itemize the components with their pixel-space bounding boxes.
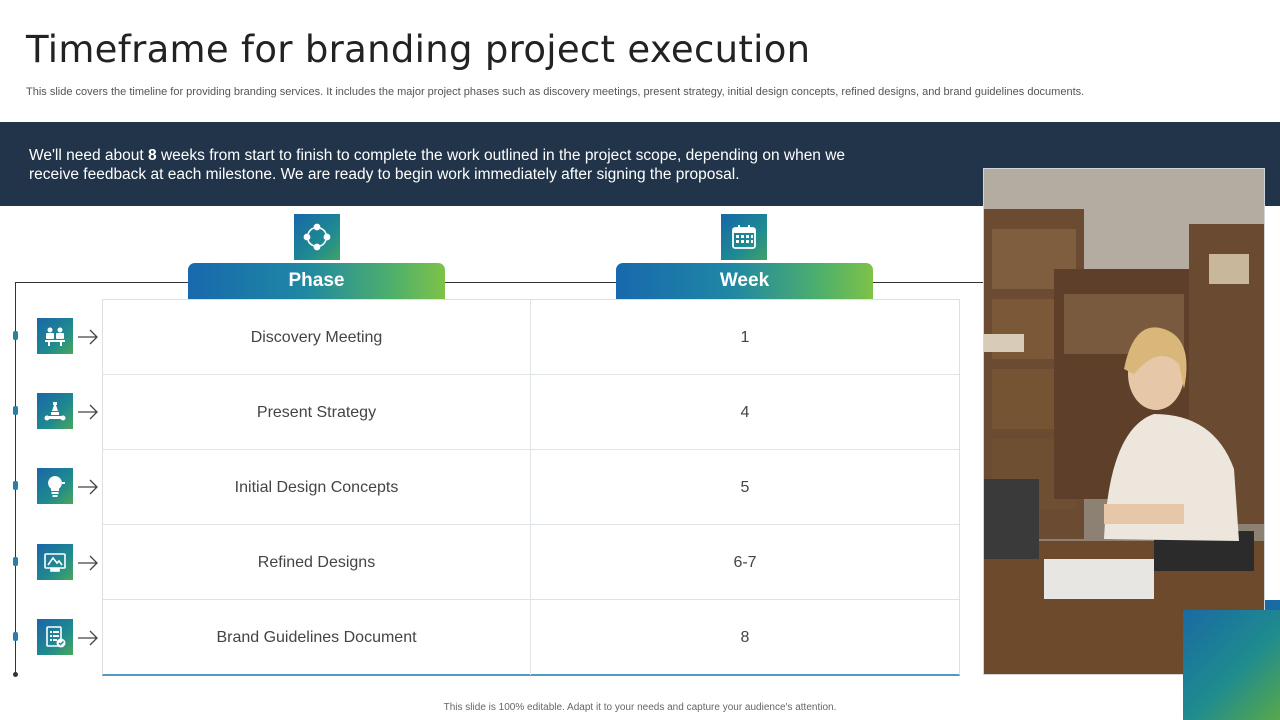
- timeline-dot: [13, 632, 18, 641]
- phase-cell: Present Strategy: [103, 375, 531, 450]
- timeline-vertical-line: [15, 282, 16, 676]
- calendar-icon: [721, 214, 767, 260]
- timeline-dot: [13, 481, 18, 490]
- table-row: Initial Design Concepts 5: [103, 450, 959, 525]
- week-cell: 1: [740, 328, 750, 346]
- arrow-icon: [78, 329, 98, 345]
- timeline-end-dot: [13, 672, 18, 677]
- table-row: Brand Guidelines Document 8: [103, 600, 959, 675]
- phase-cell: Brand Guidelines Document: [103, 600, 531, 675]
- strategy-chess-icon: [37, 393, 73, 429]
- timeline-dot: [13, 406, 18, 415]
- phase-cell: Initial Design Concepts: [103, 450, 531, 525]
- slide-title: Timeframe for branding project execution: [26, 28, 811, 71]
- timeline-dot: [13, 331, 18, 340]
- checklist-document-icon: [37, 619, 73, 655]
- slide-subtitle: This slide covers the timeline for provi…: [26, 86, 1085, 98]
- week-header: Week: [616, 263, 873, 299]
- timeline-table: Discovery Meeting 1 Present Strategy 4 I…: [102, 299, 960, 676]
- meeting-icon: [37, 318, 73, 354]
- corner-accent-edge: [1265, 600, 1280, 610]
- arrow-icon: [78, 630, 98, 646]
- connector-line-mid: [445, 282, 616, 283]
- footer-note: This slide is 100% editable. Adapt it to…: [443, 702, 837, 713]
- phase-cell: Discovery Meeting: [103, 300, 531, 375]
- week-cell: 5: [740, 478, 750, 496]
- connector-line-left: [15, 282, 188, 283]
- week-cell: 4: [740, 403, 750, 421]
- process-cycle-icon: [294, 214, 340, 260]
- banner-text: We'll need about 8 weeks from start to f…: [29, 147, 846, 183]
- arrow-icon: [78, 479, 98, 495]
- table-row: Present Strategy 4: [103, 375, 959, 450]
- connector-line-right: [873, 282, 983, 283]
- phase-header: Phase: [188, 263, 445, 299]
- banner-highlight: 8: [148, 147, 157, 164]
- phase-cell: Refined Designs: [103, 525, 531, 600]
- design-drawing-icon: [37, 544, 73, 580]
- office-photo: [983, 168, 1265, 675]
- idea-bulb-icon: [37, 468, 73, 504]
- arrow-icon: [78, 555, 98, 571]
- timeline-dot: [13, 557, 18, 566]
- arrow-icon: [78, 404, 98, 420]
- week-cell: 8: [740, 628, 750, 646]
- week-cell: 6-7: [733, 553, 757, 571]
- table-row: Refined Designs 6-7: [103, 525, 959, 600]
- table-row: Discovery Meeting 1: [103, 300, 959, 375]
